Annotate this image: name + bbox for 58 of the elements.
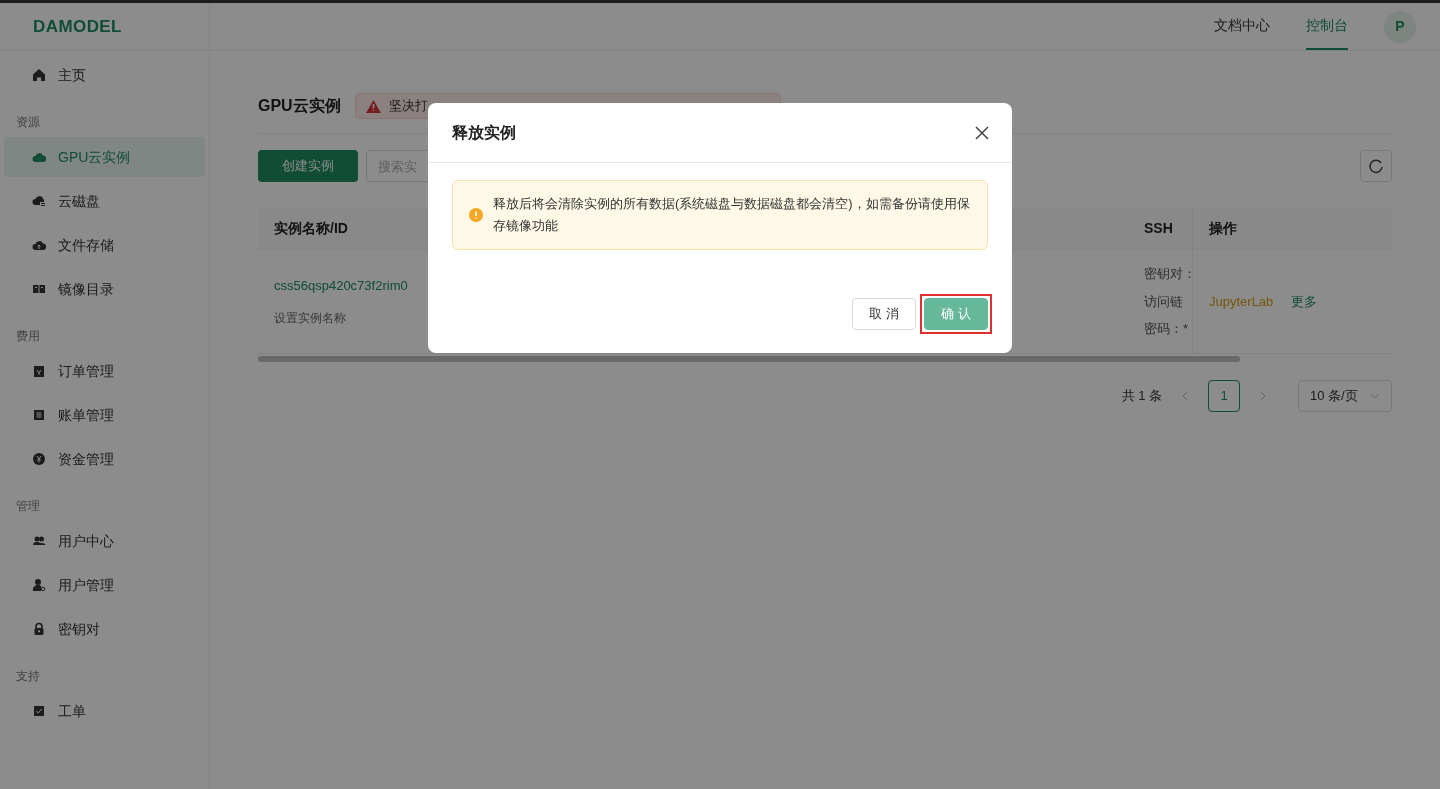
sidebar-item[interactable]: 订单管理 — [4, 351, 205, 391]
table-cell-text: 密钥对： — [1144, 265, 1192, 284]
scrollbar[interactable] — [258, 356, 1240, 362]
sidebar-item[interactable]: 云磁盘 — [4, 181, 205, 221]
page-title: GPU云实例 — [258, 96, 341, 116]
yen-icon — [32, 452, 46, 466]
action-link[interactable]: 更多 — [1291, 291, 1318, 312]
sidebar-item[interactable]: 资金管理 — [4, 439, 205, 479]
sidebar-item[interactable]: 主页 — [4, 55, 205, 95]
column-header: 实例名称/ID — [274, 219, 348, 238]
table-cell-text: 访问链 — [1144, 292, 1183, 311]
warning-icon — [469, 208, 483, 222]
total-count: 共 1 条 — [1121, 387, 1162, 406]
clipboard-icon — [32, 364, 46, 378]
column-header: 操作 — [1209, 219, 1237, 238]
section-label: 资源 — [15, 114, 41, 131]
sidebar-item[interactable]: 文件存储 — [4, 225, 205, 265]
cloud-icon — [32, 194, 46, 208]
checkbox-icon — [32, 704, 46, 718]
book-icon — [32, 282, 46, 296]
cloud-icon — [32, 150, 46, 164]
instance-id-link[interactable]: css56qsp420c73f2rim0 — [274, 275, 408, 296]
users-icon — [32, 534, 46, 548]
dialog-title: 释放实例 — [452, 122, 516, 143]
page-size-select[interactable]: 10 条/页 — [1298, 380, 1392, 412]
rename-link[interactable]: 设置实例名称 — [274, 309, 346, 328]
user-icon — [32, 578, 46, 592]
nav-tab[interactable]: 文档中心 — [1214, 3, 1270, 50]
refresh-button[interactable] — [1360, 150, 1392, 182]
refresh-icon — [1368, 158, 1384, 174]
lock-icon — [32, 622, 46, 636]
sidebar-item[interactable]: 工单 — [4, 691, 205, 731]
table-cell-text: 密码：* — [1144, 320, 1189, 339]
nav-tab[interactable]: 控制台 — [1306, 3, 1348, 50]
logo[interactable]: DAMODEL — [33, 13, 122, 40]
sidebar-item[interactable]: 账单管理 — [4, 395, 205, 435]
sidebar-item[interactable]: GPU云实例 — [4, 137, 205, 177]
sidebar-item[interactable]: 镜像目录 — [4, 269, 205, 309]
sidebar-item[interactable]: 密钥对 — [4, 609, 205, 649]
close-icon — [975, 125, 989, 140]
cancel-button[interactable]: 取 消 — [852, 298, 916, 330]
avatar[interactable]: P — [1384, 10, 1416, 43]
chevron-left-icon[interactable] — [1182, 391, 1188, 401]
chevron-down-icon — [1370, 393, 1380, 399]
list-icon — [32, 408, 46, 422]
column-header: SSH — [1144, 219, 1173, 238]
cloud-upload-icon — [32, 238, 46, 252]
sidebar-item[interactable]: 用户中心 — [4, 521, 205, 561]
home-icon — [32, 68, 46, 82]
warning-alert: 释放后将会清除实例的所有数据(系统磁盘与数据磁盘都会清空)，如需备份请使用保存镜像功能 — [452, 180, 988, 250]
page-button[interactable]: 1 — [1208, 380, 1240, 412]
section-label: 管理 — [15, 498, 41, 515]
create-button[interactable]: 创建实例 — [258, 150, 358, 182]
chevron-right-icon[interactable] — [1260, 391, 1266, 401]
sidebar-item[interactable]: 用户管理 — [4, 565, 205, 605]
warning-icon — [365, 99, 381, 113]
section-label: 支持 — [15, 668, 41, 685]
section-label: 费用 — [15, 328, 41, 345]
